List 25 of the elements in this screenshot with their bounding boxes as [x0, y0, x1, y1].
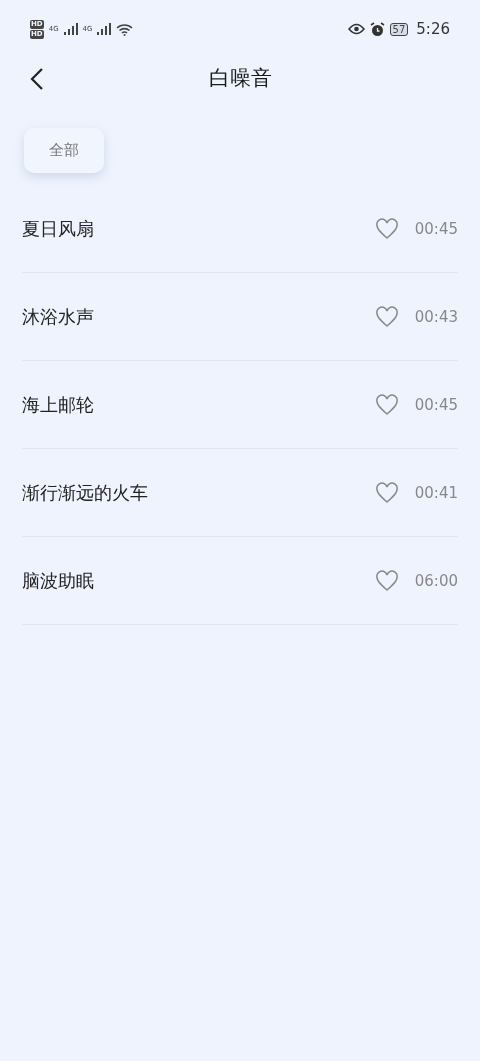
track-duration: 00:45: [414, 219, 458, 238]
heart-icon[interactable]: [374, 305, 399, 328]
page-title: 白噪音: [208, 65, 272, 92]
track-duration: 00:45: [414, 395, 458, 414]
track-name[interactable]: 海上邮轮: [22, 392, 375, 417]
signal-icon: [63, 23, 78, 35]
back-icon[interactable]: [30, 68, 44, 90]
heart-icon[interactable]: [374, 481, 399, 504]
wifi-icon: [116, 22, 134, 36]
track-duration: 06:00: [414, 571, 458, 590]
track-name[interactable]: 夏日风扇: [22, 216, 375, 241]
heart-icon[interactable]: [374, 569, 399, 592]
track-duration: 00:43: [414, 307, 458, 326]
battery-level: 57: [389, 22, 409, 36]
signal-icon: [97, 23, 112, 35]
clock-time: 5:26: [416, 20, 450, 38]
heart-icon[interactable]: [374, 217, 399, 240]
track-name[interactable]: 脑波助眠: [22, 568, 375, 593]
category-tab[interactable]: 全部: [24, 128, 104, 173]
track-name[interactable]: 沐浴水声: [22, 304, 375, 329]
heart-icon[interactable]: [374, 393, 399, 416]
track-duration: 00:41: [414, 483, 458, 502]
alarm-icon: [369, 21, 385, 37]
eye-icon: [347, 23, 365, 35]
track-name[interactable]: 渐行渐远的火车: [22, 480, 375, 505]
